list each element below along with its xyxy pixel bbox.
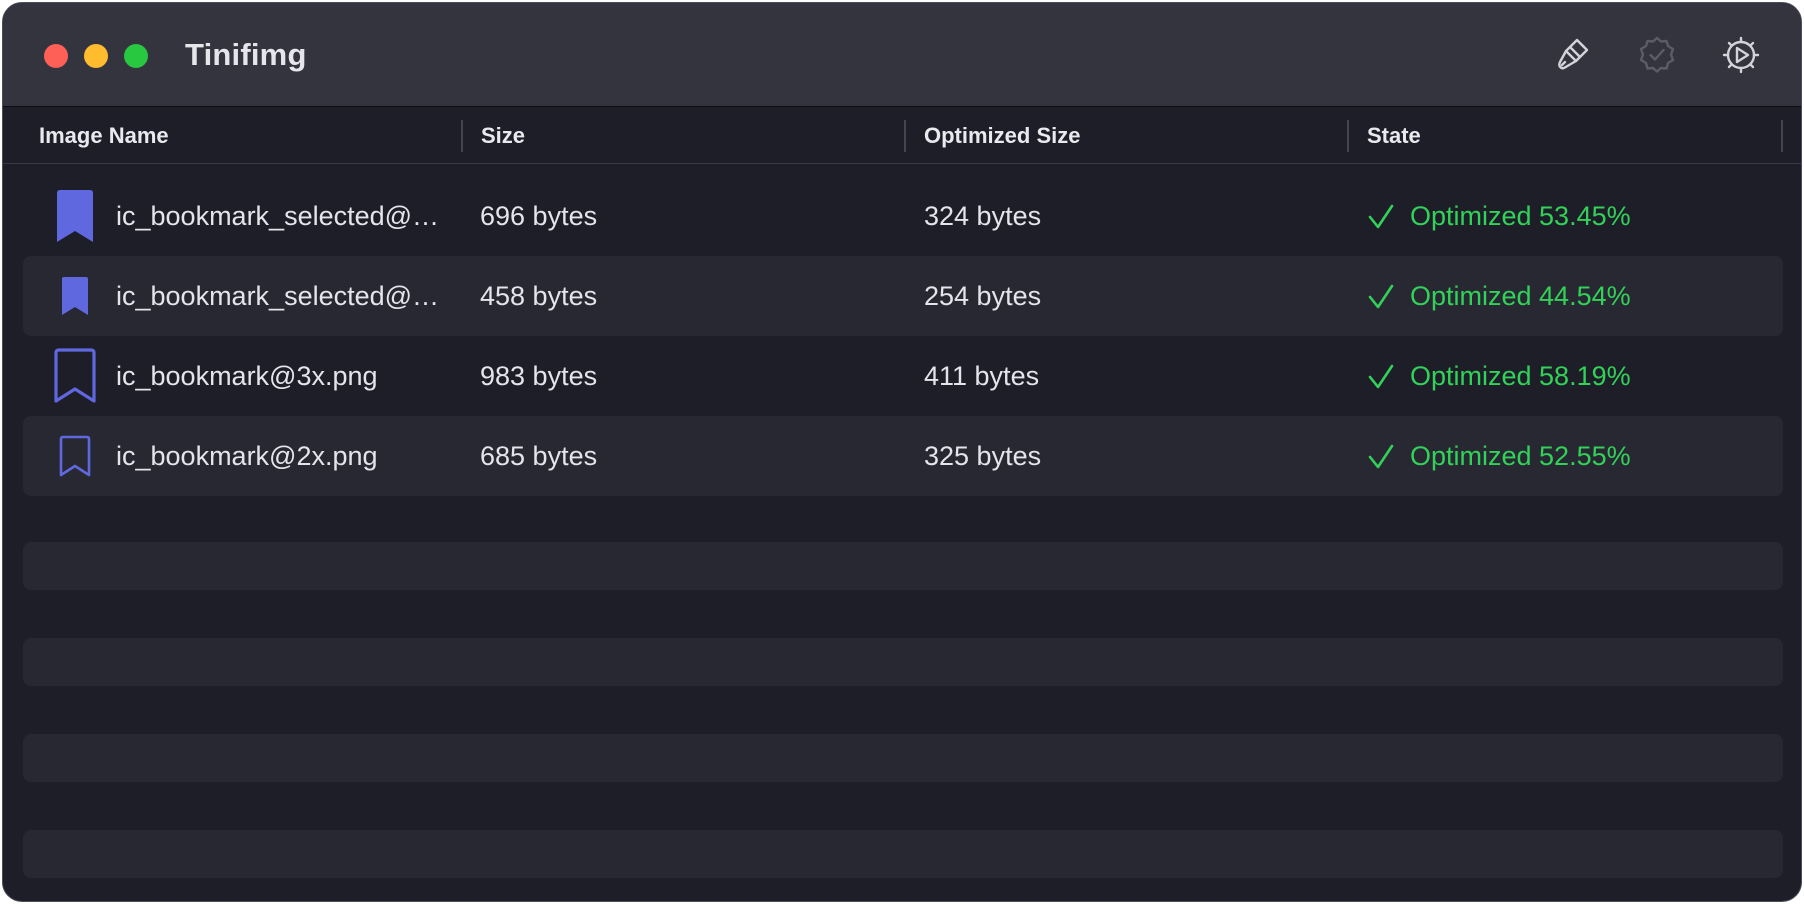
empty-row-stripe [23,542,1783,590]
clean-button[interactable] [1549,31,1597,79]
table-row[interactable]: ic_bookmark@2x.png 685 bytes 325 bytes O… [23,416,1783,496]
paintbrush-icon [1553,35,1593,75]
empty-row-stripe [23,734,1783,782]
settings-button[interactable] [1717,31,1765,79]
image-name: ic_bookmark_selected@… [116,281,440,311]
optimize-button[interactable] [1633,31,1681,79]
checkmark-icon [1367,203,1395,231]
close-window-button[interactable] [44,44,68,68]
checkmark-icon [1367,363,1395,391]
empty-row-stripe [23,638,1783,686]
gear-icon [1720,34,1762,76]
column-header-optimized-size[interactable]: Optimized Size [924,108,1080,164]
optimized-size: 254 bytes [924,281,1042,311]
minimize-window-button[interactable] [84,44,108,68]
column-divider[interactable] [1347,120,1349,152]
table-row[interactable]: ic_bookmark@3x.png 983 bytes 411 bytes O… [23,336,1783,416]
table-header: Image Name Size Optimized Size State [3,108,1801,164]
column-divider[interactable] [461,120,463,152]
image-size: 685 bytes [480,441,598,471]
checkmark-icon [1367,443,1395,471]
table-row[interactable]: ic_bookmark_selected@… 458 bytes 254 byt… [23,256,1783,336]
app-window: Tinifimg Image Name Size Optimized Size … [2,2,1802,902]
column-divider[interactable] [1781,120,1783,152]
optimization-state: Optimized 53.45% [1410,201,1631,231]
window-title: Tinifimg [185,37,307,72]
image-size: 983 bytes [480,361,598,391]
bookmark-outline-icon [45,346,105,406]
optimized-size: 411 bytes [924,361,1040,391]
empty-row-stripe [23,830,1783,878]
optimization-state: Optimized 52.55% [1410,441,1631,471]
image-size: 696 bytes [480,201,598,231]
image-size: 458 bytes [480,281,598,311]
checkmark-icon [1367,283,1395,311]
optimization-state: Optimized 44.54% [1410,281,1631,311]
column-header-image-name[interactable]: Image Name [39,108,169,164]
image-name: ic_bookmark@2x.png [116,441,378,471]
checkmark-seal-icon [1636,34,1678,76]
bookmark-filled-icon [45,186,105,246]
title-bar: Tinifimg [3,3,1801,107]
image-name: ic_bookmark_selected@… [116,201,440,231]
zoom-window-button[interactable] [124,44,148,68]
column-header-state[interactable]: State [1367,108,1421,164]
table-row[interactable]: ic_bookmark_selected@… 696 bytes 324 byt… [23,176,1783,256]
bookmark-filled-icon [45,266,105,326]
optimized-size: 324 bytes [924,201,1042,231]
optimized-size: 325 bytes [924,441,1042,471]
column-header-size[interactable]: Size [481,108,525,164]
image-name: ic_bookmark@3x.png [116,361,378,391]
bookmark-outline-icon [45,426,105,486]
column-divider[interactable] [904,120,906,152]
optimization-state: Optimized 58.19% [1410,361,1631,391]
